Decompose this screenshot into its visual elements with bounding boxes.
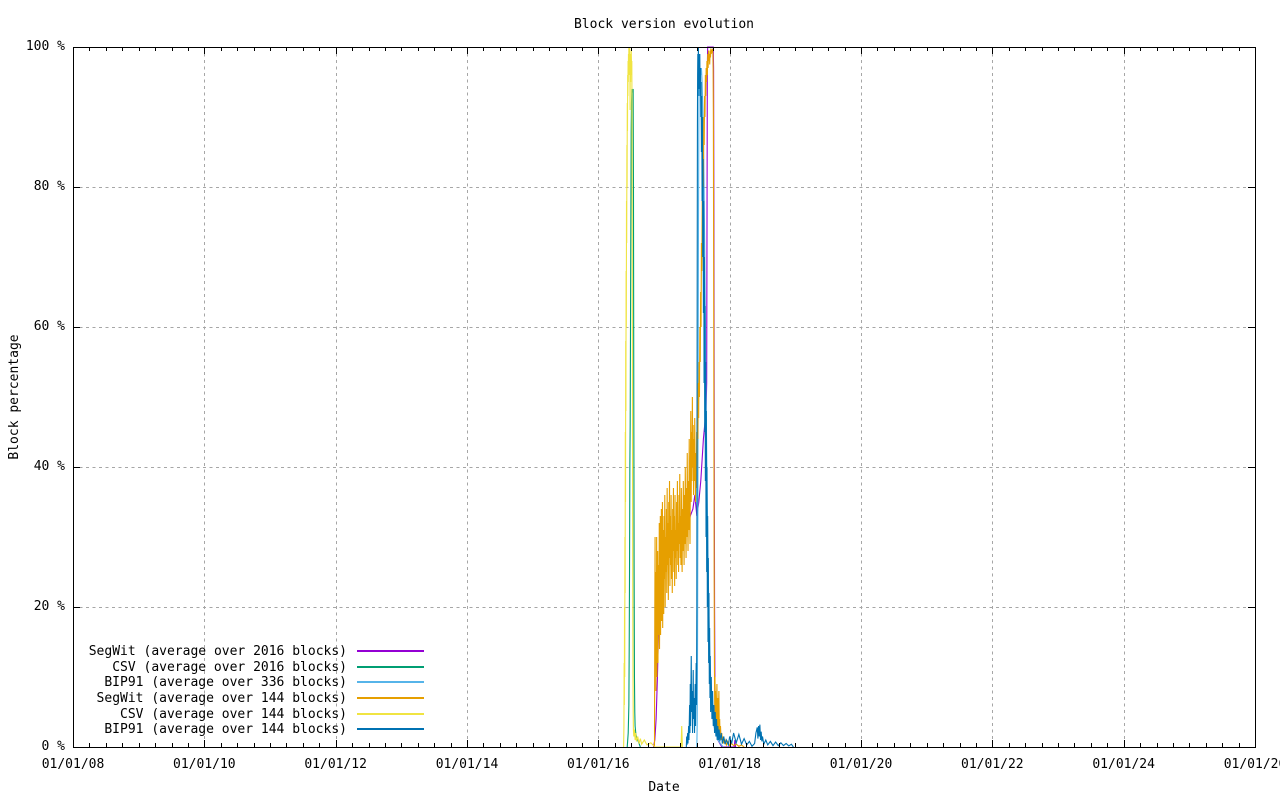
legend-item: CSV (average over 2016 blocks): [0, 660, 440, 676]
x-tick-label: 01/01/14: [407, 758, 527, 772]
legend-line-swatch: [357, 697, 424, 699]
x-tick-label: 01/01/18: [670, 758, 790, 772]
legend-line-swatch: [357, 650, 424, 652]
legend-label: BIP91 (average over 336 blocks): [0, 675, 347, 691]
legend-item: SegWit (average over 144 blocks): [0, 691, 440, 707]
legend-item: SegWit (average over 2016 blocks): [0, 644, 440, 660]
legend: SegWit (average over 2016 blocks) CSV (a…: [0, 644, 440, 738]
y-tick-label: 40 %: [0, 460, 65, 474]
legend-line-swatch: [357, 666, 424, 668]
x-tick-label: 01/01/26: [1195, 758, 1280, 772]
series-line-4: [624, 47, 683, 747]
x-axis-title: Date: [73, 780, 1255, 795]
series-line-1: [627, 89, 640, 747]
legend-line-swatch: [357, 728, 424, 730]
x-tick-label: 01/01/16: [538, 758, 658, 772]
legend-item: BIP91 (average over 144 blocks): [0, 722, 440, 738]
y-tick-label: 0 %: [0, 740, 65, 754]
legend-line-swatch: [357, 681, 424, 683]
legend-label: BIP91 (average over 144 blocks): [0, 722, 347, 738]
legend-item: BIP91 (average over 336 blocks): [0, 675, 440, 691]
chart-title: Block version evolution: [73, 17, 1255, 32]
y-tick-label: 60 %: [0, 320, 65, 334]
legend-label: CSV (average over 144 blocks): [0, 707, 347, 723]
y-tick-label: 20 %: [0, 600, 65, 614]
x-tick-label: 01/01/12: [276, 758, 396, 772]
y-tick-label: 100 %: [0, 40, 65, 54]
plot-border: [74, 48, 1256, 748]
legend-line-swatch: [357, 713, 424, 715]
x-tick-label: 01/01/08: [13, 758, 133, 772]
legend-label: SegWit (average over 2016 blocks): [0, 644, 347, 660]
y-axis-title-text: Block percentage: [7, 334, 22, 459]
chart-canvas: Block version evolution Block percentage…: [0, 0, 1280, 800]
series-line-5: [686, 47, 793, 747]
legend-item: CSV (average over 144 blocks): [0, 707, 440, 723]
y-tick-label: 80 %: [0, 180, 65, 194]
x-tick-label: 01/01/10: [144, 758, 264, 772]
x-tick-label: 01/01/24: [1064, 758, 1184, 772]
legend-label: CSV (average over 2016 blocks): [0, 660, 347, 676]
legend-label: SegWit (average over 144 blocks): [0, 691, 347, 707]
x-tick-label: 01/01/20: [801, 758, 921, 772]
x-tick-label: 01/01/22: [932, 758, 1052, 772]
series-line-0: [653, 47, 735, 747]
